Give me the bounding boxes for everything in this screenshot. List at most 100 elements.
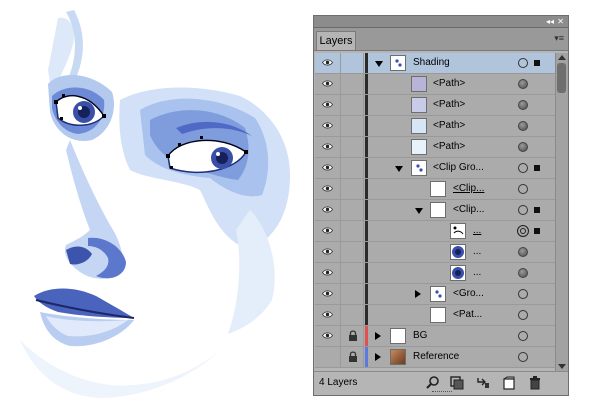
target-circle-icon[interactable] — [518, 268, 528, 278]
expand-triangle-down-icon[interactable] — [395, 166, 403, 172]
visibility-toggle[interactable] — [315, 305, 341, 325]
layer-name[interactable]: <Clip Gro... — [433, 158, 484, 178]
visibility-toggle[interactable] — [315, 116, 341, 136]
expand-triangle-down-icon[interactable] — [375, 61, 383, 67]
eye-icon[interactable] — [322, 311, 333, 318]
layer-name[interactable]: <Clip... — [453, 200, 484, 220]
lock-toggle[interactable] — [341, 95, 364, 115]
layer-row[interactable]: <Gro... — [315, 284, 555, 305]
lock-toggle[interactable] — [341, 116, 364, 136]
layer-row[interactable]: <Pat... — [315, 305, 555, 326]
layer-row[interactable]: <Path> — [315, 74, 555, 95]
eye-icon[interactable] — [322, 185, 333, 192]
layer-row[interactable]: ... — [315, 263, 555, 284]
target-circle-icon[interactable] — [518, 163, 528, 173]
lock-toggle[interactable] — [341, 53, 364, 73]
resize-grip[interactable] — [432, 391, 452, 394]
lock-toggle[interactable] — [341, 179, 364, 199]
eye-icon[interactable] — [322, 227, 333, 234]
layer-name[interactable]: <Clip... — [453, 179, 484, 199]
target-circle-icon[interactable] — [518, 331, 528, 341]
lock-toggle[interactable] — [341, 137, 364, 157]
search-icon[interactable] — [426, 376, 440, 390]
eye-icon[interactable] — [322, 59, 333, 66]
target-circle-icon[interactable] — [518, 184, 528, 194]
lock-toggle[interactable] — [341, 326, 364, 346]
visibility-toggle[interactable] — [315, 74, 341, 94]
layer-name[interactable]: BG — [413, 326, 427, 346]
scroll-thumb[interactable] — [557, 63, 566, 93]
expand-triangle-down-icon[interactable] — [415, 208, 423, 214]
lock-toggle[interactable] — [341, 158, 364, 178]
layer-name[interactable]: <Path> — [433, 137, 465, 157]
target-circle-icon[interactable] — [518, 79, 528, 89]
target-circle-icon[interactable] — [518, 121, 528, 131]
layer-name[interactable]: Reference — [413, 347, 459, 367]
eye-icon[interactable] — [322, 80, 333, 87]
visibility-toggle[interactable] — [315, 326, 341, 346]
visibility-toggle[interactable] — [315, 263, 341, 283]
expand-triangle-right-icon[interactable] — [415, 290, 421, 298]
lock-toggle[interactable] — [341, 74, 364, 94]
scroll-down-arrow-icon[interactable] — [558, 364, 566, 369]
layer-row[interactable]: ... — [315, 242, 555, 263]
layer-name[interactable]: ... — [473, 242, 481, 262]
panel-menu-icon[interactable]: ▾≡ — [554, 34, 564, 43]
target-circle-icon[interactable] — [517, 225, 529, 237]
layer-name[interactable]: <Path> — [433, 95, 465, 115]
target-circle-icon[interactable] — [518, 205, 528, 215]
target-circle-icon[interactable] — [518, 247, 528, 257]
lock-toggle[interactable] — [341, 221, 364, 241]
eye-icon[interactable] — [322, 290, 333, 297]
lock-toggle[interactable] — [341, 200, 364, 220]
layer-row[interactable]: <Path> — [315, 95, 555, 116]
layer-row[interactable]: <Clip... — [315, 179, 555, 200]
eye-icon[interactable] — [322, 206, 333, 213]
eye-icon[interactable] — [322, 143, 333, 150]
layer-row[interactable]: <Path> — [315, 137, 555, 158]
eye-icon[interactable] — [322, 269, 333, 276]
lock-toggle[interactable] — [341, 242, 364, 262]
selection-indicator-icon[interactable] — [534, 207, 540, 213]
eye-icon[interactable] — [322, 122, 333, 129]
visibility-toggle[interactable] — [315, 53, 341, 73]
visibility-toggle[interactable] — [315, 137, 341, 157]
layer-name[interactable]: <Path> — [433, 74, 465, 94]
selection-indicator-icon[interactable] — [534, 228, 540, 234]
lock-toggle[interactable] — [341, 305, 364, 325]
layer-name[interactable]: Shading — [413, 53, 450, 73]
eye-icon[interactable] — [322, 332, 333, 339]
eye-icon[interactable] — [322, 101, 333, 108]
eye-icon[interactable] — [322, 248, 333, 255]
layer-row[interactable]: Reference — [315, 347, 555, 368]
visibility-toggle[interactable] — [315, 200, 341, 220]
layer-row[interactable]: BG — [315, 326, 555, 347]
lock-toggle[interactable] — [341, 263, 364, 283]
layer-row[interactable]: <Clip... — [315, 200, 555, 221]
visibility-toggle[interactable] — [315, 221, 341, 241]
selection-indicator-icon[interactable] — [534, 165, 540, 171]
panel-title-bar[interactable]: ◂◂ ✕ — [314, 16, 568, 28]
make-clipping-mask-icon[interactable] — [450, 376, 464, 390]
layer-row[interactable]: ... — [315, 221, 555, 242]
visibility-toggle[interactable] — [315, 242, 341, 262]
eye-icon[interactable] — [322, 164, 333, 171]
close-panel-button[interactable]: ✕ — [557, 16, 564, 27]
target-circle-icon[interactable] — [518, 58, 528, 68]
layer-list-scrollbar[interactable] — [555, 53, 568, 372]
collapse-panel-button[interactable]: ◂◂ — [546, 16, 554, 27]
layer-name[interactable]: <Gro... — [453, 284, 484, 304]
layer-row[interactable]: Shading — [315, 53, 555, 74]
target-circle-icon[interactable] — [518, 142, 528, 152]
delete-icon[interactable] — [528, 376, 542, 390]
target-circle-icon[interactable] — [518, 352, 528, 362]
layer-name[interactable]: <Path> — [433, 116, 465, 136]
visibility-toggle[interactable] — [315, 179, 341, 199]
layer-name[interactable]: ... — [473, 221, 481, 241]
lock-toggle[interactable] — [341, 284, 364, 304]
new-sublayer-icon[interactable] — [476, 376, 490, 390]
expand-triangle-right-icon[interactable] — [375, 332, 381, 340]
visibility-toggle[interactable] — [315, 95, 341, 115]
visibility-toggle[interactable] — [315, 347, 341, 367]
target-circle-icon[interactable] — [518, 100, 528, 110]
